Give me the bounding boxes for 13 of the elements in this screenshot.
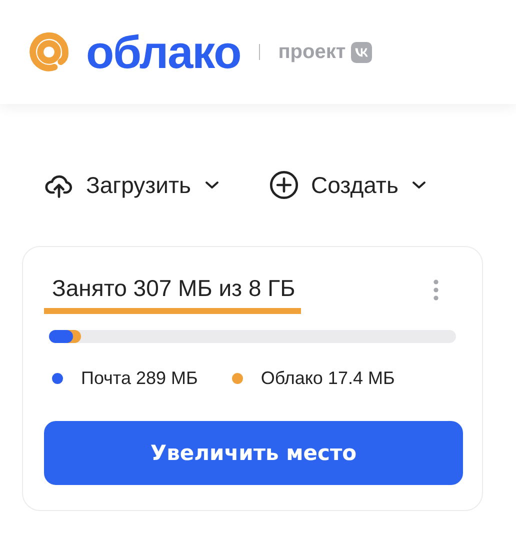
- create-menu-button[interactable]: Создать: [269, 170, 426, 200]
- more-options-icon[interactable]: [433, 279, 439, 301]
- storage-title: Занято 307 МБ из 8 ГБ: [51, 275, 296, 302]
- chevron-down-icon: [205, 181, 220, 189]
- increase-storage-button[interactable]: Увеличить место: [44, 421, 463, 485]
- tagline: проект: [278, 40, 346, 64]
- legend-label: Почта 289 МБ: [81, 368, 198, 389]
- upload-menu-button[interactable]: Загрузить: [44, 170, 220, 200]
- plus-circle-icon: [269, 170, 300, 200]
- vk-logo-icon: [350, 42, 372, 62]
- chevron-down-icon: [412, 181, 426, 189]
- logo-text: облако: [86, 25, 241, 79]
- legend-label: Облако 17.4 МБ: [260, 368, 395, 389]
